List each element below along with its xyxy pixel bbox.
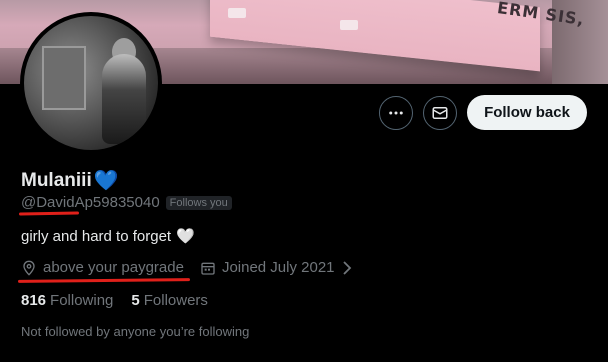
handle-row: @DavidAp59835040 Follows you [21,194,232,211]
following-label: Following [50,292,114,309]
user-handle: @DavidAp59835040 [21,194,160,211]
following-count: 816 [21,292,47,309]
chevron-right-icon [342,260,351,275]
banner-light-fixture [228,8,246,18]
more-button[interactable] [379,96,413,130]
follows-you-badge: Follows you [165,195,232,210]
follow-back-button[interactable]: Follow back [467,95,587,130]
joined-item[interactable]: Joined July 2021 [200,259,353,276]
location-pin-icon [23,260,35,276]
joined-text: Joined July 2021 [221,259,335,276]
following-link[interactable]: 816 Following [21,292,113,309]
banner-light-fixture [340,20,358,30]
red-underline-annotation [18,211,80,216]
not-followed-note: Not followed by anyone you’re following [21,324,250,339]
avatar-photo [24,16,158,150]
avatar-figure [102,54,146,144]
calendar-icon [201,262,215,275]
more-horizontal-icon [389,111,403,115]
followers-link[interactable]: 5 Followers [131,292,208,309]
red-underline-annotation [17,278,191,283]
name-row: Mulaniii 💙 [21,168,119,193]
display-name: Mulaniii [21,169,92,191]
followers-label: Followers [143,292,208,309]
location-item: above your paygrade [21,259,184,276]
profile-page: ERM SIS, Follow back Mulaniii 💙 @DavidAp… [0,0,608,362]
blue-heart-icon: 💙 [93,170,119,192]
envelope-icon [432,107,448,119]
bio-text: girly and hard to forget [21,227,172,245]
avatar-shelf [42,46,86,110]
followers-count: 5 [131,292,140,309]
location-text: above your paygrade [43,259,184,276]
profile-meta-row: above your paygrade Joined July 2021 [21,259,369,276]
white-heart-icon: 🤍 [176,228,195,245]
follow-stats: 816 Following 5 Followers [21,292,226,309]
message-button[interactable] [423,96,457,130]
bio: girly and hard to forget 🤍 [21,227,195,246]
avatar[interactable] [20,12,162,154]
